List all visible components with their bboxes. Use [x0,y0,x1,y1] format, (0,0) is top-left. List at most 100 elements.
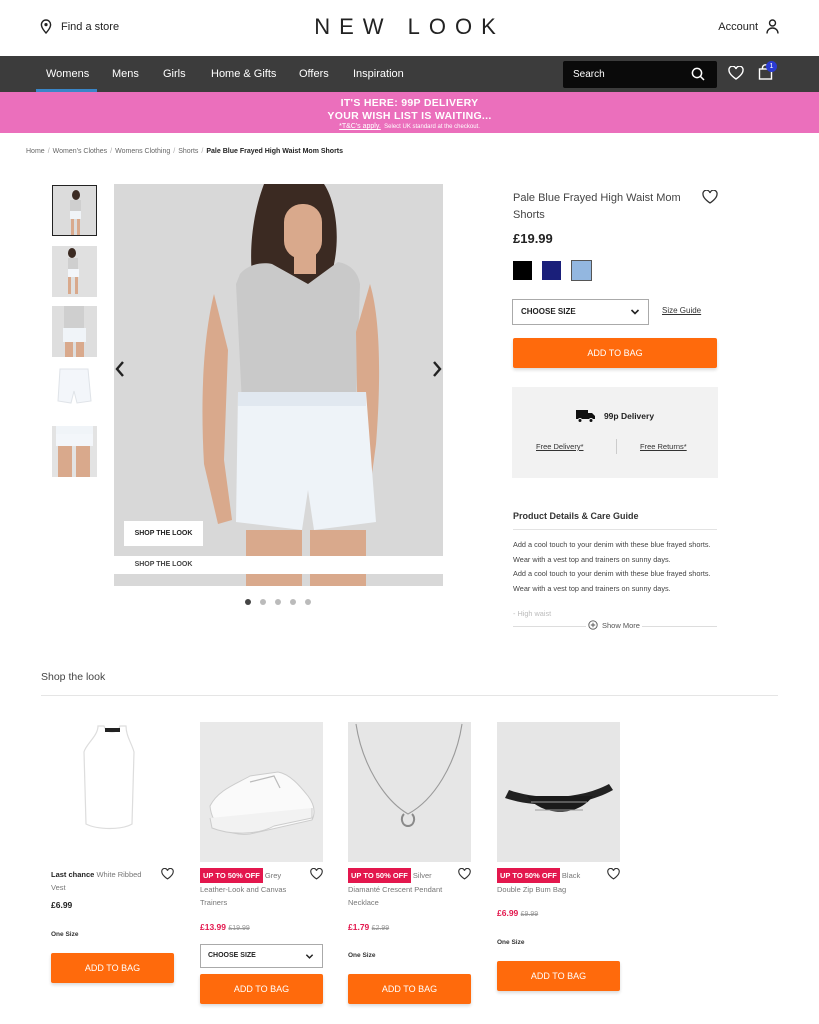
chevron-down-icon [305,954,314,959]
plus-circle-icon [588,620,598,630]
product-card-price: £6.99 [51,900,73,910]
heart-icon[interactable] [607,868,620,880]
was-price: £2.99 [371,925,390,932]
nav-item-home-gifts[interactable]: Home & Gifts [211,56,276,92]
promo-banner[interactable]: IT'S HERE: 99P DELIVERY YOUR WISH LIST I… [0,92,819,133]
sale-badge: UP TO 50% OFF [200,868,263,883]
product-thumbnail-3[interactable] [52,306,97,357]
carousel-dot[interactable] [260,599,266,605]
product-card-price: £6.99 £9.99 [497,908,538,918]
add-to-bag-button[interactable]: ADD TO BAG [51,953,174,983]
find-store-link[interactable]: Find a store [40,19,119,34]
product-thumbnail-1[interactable] [52,185,97,236]
find-store-label: Find a store [61,20,120,33]
size-select[interactable]: CHOOSE SIZE [200,944,323,968]
product-thumbnail-5[interactable] [52,426,97,477]
product-card-price: £13.99 £19.99 [200,922,250,932]
promo-line-2: YOUR WISH LIST IS WAITING... [327,110,492,122]
carousel-dot[interactable] [290,599,296,605]
size-select-value: CHOOSE SIZE [208,952,256,959]
size-select[interactable]: CHOOSE SIZE [512,299,649,325]
was-price: £9.99 [520,911,539,918]
sale-badge: UP TO 50% OFF [497,868,560,883]
wishlist-heart-icon[interactable] [728,66,744,80]
chevron-down-icon [630,309,640,315]
add-to-bag-button[interactable]: ADD TO BAG [513,338,717,368]
sale-price: £13.99 [200,922,226,932]
size-guide-link[interactable]: Size Guide [662,306,701,315]
product-details-paragraph: Add a cool touch to your denim with thes… [513,569,711,593]
nav-item-girls[interactable]: Girls [163,56,186,92]
carousel-dots [245,599,311,605]
product-card-name: Last chance White Ribbed Vest [51,868,156,894]
account-link[interactable]: Account [718,19,779,34]
product-details-faded-bullet: - High waist [513,609,552,618]
free-returns-link[interactable]: Free Returns* [640,442,687,451]
product-card-image[interactable] [51,722,174,862]
product-title: Pale Blue Frayed High Waist Mom Shorts [513,192,681,221]
size-select-value: CHOOSE SIZE [521,307,576,316]
tc-link[interactable]: *T&C's apply. [339,123,381,130]
sale-price: £6.99 [497,908,519,918]
top-header [0,0,819,56]
divider [41,695,778,696]
tc-note: Select UK standard at the checkout. [384,124,480,130]
product-thumbnail-4[interactable] [52,365,97,416]
carousel-dot[interactable] [245,599,251,605]
shop-the-look-strip: SHOP THE LOOK [114,556,443,574]
heart-icon[interactable] [458,868,471,880]
product-thumbnail-2[interactable] [52,246,97,297]
search-input[interactable]: Search [563,61,717,88]
sale-badge: UP TO 50% OFF [348,868,411,883]
nav-item-inspiration[interactable]: Inspiration [353,56,404,92]
add-to-bag-button[interactable]: ADD TO BAG [200,974,323,1004]
search-icon[interactable] [691,67,705,81]
sale-price: £1.79 [348,922,370,932]
free-delivery-link[interactable]: Free Delivery* [536,442,584,451]
product-card-size: One Size [497,939,525,946]
show-more-label: Show More [602,620,640,630]
delivery-truck-icon [575,410,595,423]
breadcrumb-shorts[interactable]: Shorts [178,148,198,155]
breadcrumb-womens-clothes[interactable]: Women's Clothes [53,148,108,155]
product-card-name: UP TO 50% OFF Black Double Zip Bum Bag [497,868,602,896]
shop-the-look-button[interactable]: SHOP THE LOOK [124,521,203,546]
product-card: UP TO 50% OFF Black Double Zip Bum Bag £… [497,722,620,991]
heart-icon[interactable] [310,868,323,880]
was-price: £19.99 [228,925,250,932]
breadcrumb-womens-clothing[interactable]: Womens Clothing [115,148,170,155]
carousel-dot[interactable] [305,599,311,605]
product-card-image[interactable] [348,722,471,862]
next-image-arrow-icon[interactable] [431,360,443,378]
product-price: £19.99 [513,231,553,246]
product-card-price: £1.79 £2.99 [348,922,389,932]
carousel-dot[interactable] [275,599,281,605]
product-card-size: One Size [348,952,376,959]
product-card-image[interactable] [497,722,620,862]
nav-item-womens[interactable]: Womens [46,56,89,92]
product-card: UP TO 50% OFF Grey Leather-Look and Canv… [200,722,323,1004]
account-label: Account [718,20,758,33]
heart-icon[interactable] [161,868,174,880]
add-to-wishlist-heart-icon[interactable] [702,190,718,204]
previous-image-arrow-icon[interactable] [114,360,126,378]
nav-item-mens[interactable]: Mens [112,56,139,92]
add-to-bag-button[interactable]: ADD TO BAG [348,974,471,1004]
divider [513,529,717,530]
colour-swatch-pale-blue-selected[interactable] [571,260,592,281]
nav-item-offers[interactable]: Offers [299,56,329,92]
location-pin-icon [40,19,52,34]
bag-count-badge: 1 [766,61,777,72]
colour-swatch-navy[interactable] [542,261,561,280]
product-card-size: One Size [51,931,79,938]
divider [616,439,617,454]
add-to-bag-button[interactable]: ADD TO BAG [497,961,620,991]
breadcrumb-home[interactable]: Home [26,148,45,155]
shopping-bag-button[interactable]: 1 [758,61,777,85]
product-card-image[interactable] [200,722,323,862]
show-more-button[interactable]: Show More [586,620,642,630]
shop-the-look-sticky-label: SHOP THE LOOK [124,556,203,569]
product-details-paragraph: Add a cool touch to your denim with thes… [513,540,711,564]
colour-swatch-black[interactable] [513,261,532,280]
search-placeholder: Search [573,69,605,80]
